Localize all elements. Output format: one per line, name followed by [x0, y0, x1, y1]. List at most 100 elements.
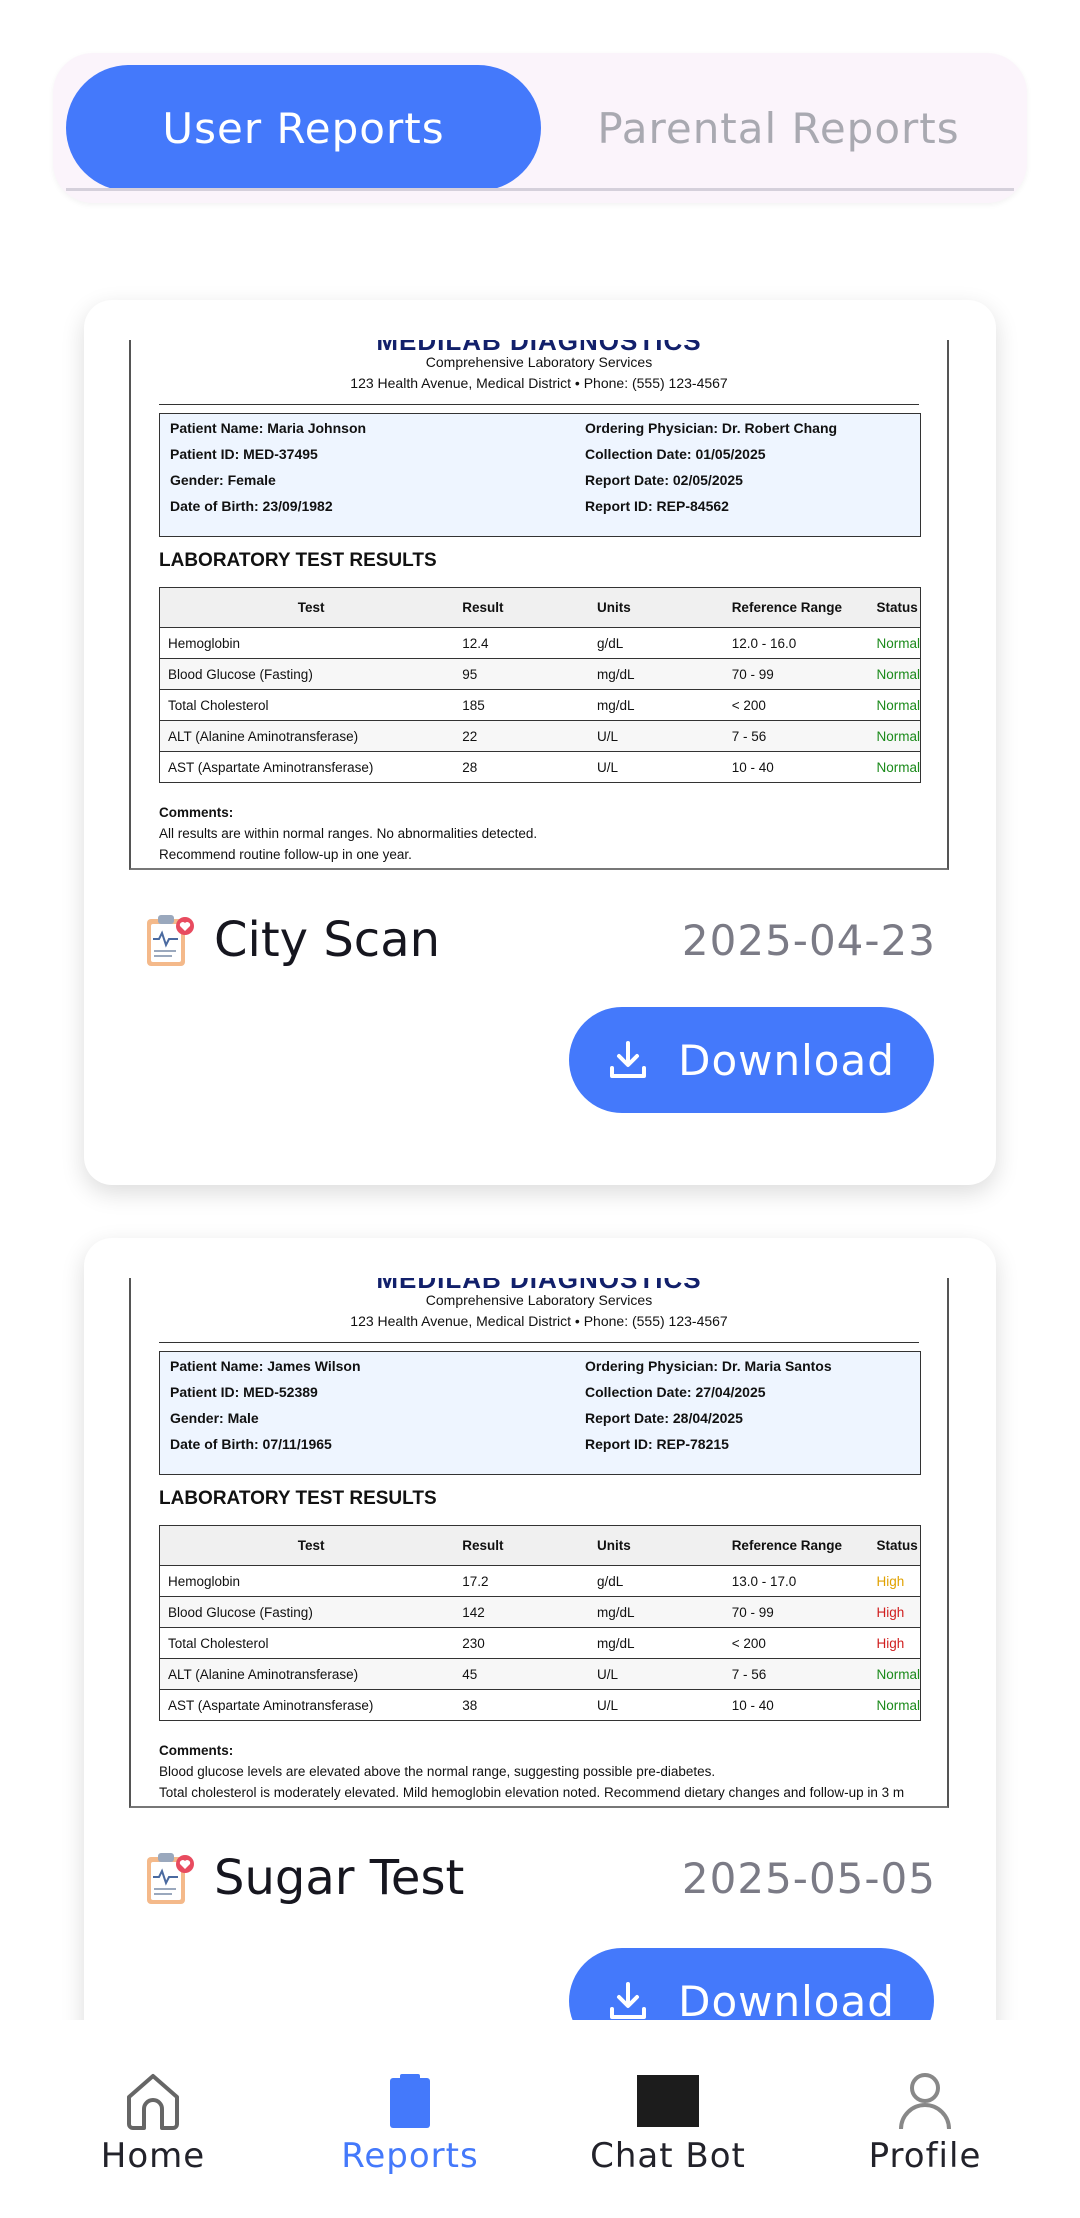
download-label: Download: [678, 1976, 895, 2026]
test-result: 95: [454, 658, 589, 690]
report-date-label: 2025-04-23: [681, 915, 936, 965]
report-comments: Comments: All results are within normal …: [159, 802, 537, 865]
test-range: 70 - 99: [723, 658, 869, 690]
report-title-row: City Scan 2025-04-23: [144, 900, 936, 980]
col-test: Test: [159, 587, 455, 628]
test-range: 10 - 40: [723, 751, 869, 783]
test-name: Total Cholesterol: [159, 1627, 455, 1659]
test-result: 185: [454, 689, 589, 721]
table-row: Hemoglobin 12.4 g/dL 12.0 - 16.0 Normal: [159, 627, 921, 659]
download-button[interactable]: Download: [569, 1007, 934, 1113]
lab-subtitle: Comprehensive Laboratory Services: [425, 354, 653, 370]
results-table: Test Result Units Reference Range Status…: [159, 587, 921, 783]
divider: [159, 404, 919, 405]
nav-item-home[interactable]: Home: [18, 2070, 288, 2176]
patient-id: Patient ID: MED-37495: [170, 446, 318, 462]
lab-address: 123 Health Avenue, Medical District • Ph…: [350, 1313, 728, 1329]
report-preview[interactable]: MEDILAB DIAGNOSTICS Comprehensive Labora…: [129, 1278, 949, 1808]
table-row: Blood Glucose (Fasting) 142 mg/dL 70 - 9…: [159, 1596, 921, 1628]
report-id: Report ID: REP-78215: [585, 1436, 729, 1452]
nav-item-reports[interactable]: Reports: [275, 2070, 545, 2176]
col-result: Result: [454, 1525, 589, 1566]
col-status: Status: [868, 1525, 921, 1566]
test-range: < 200: [723, 689, 869, 721]
tab-user-reports[interactable]: User Reports: [66, 65, 541, 191]
report-header: MEDILAB DIAGNOSTICS Comprehensive Labora…: [131, 1278, 947, 1348]
table-row: ALT (Alanine Aminotransferase) 45 U/L 7 …: [159, 1658, 921, 1690]
nav-label-home: Home: [100, 2136, 206, 2176]
reports-screen: User Reports Parental Reports MEDILAB DI…: [0, 0, 1080, 2218]
results-title: LABORATORY TEST RESULTS: [159, 550, 437, 571]
table-row: AST (Aspartate Aminotransferase) 28 U/L …: [159, 751, 921, 783]
test-status: Normal: [868, 1658, 921, 1690]
col-units: Units: [588, 1525, 724, 1566]
test-units: U/L: [588, 1689, 724, 1721]
report-type-tabs: User Reports Parental Reports: [53, 53, 1027, 203]
comments-label: Comments:: [159, 805, 234, 820]
report-card[interactable]: MEDILAB DIAGNOSTICS Comprehensive Labora…: [84, 1238, 996, 2138]
tabs-underline: [66, 188, 1014, 191]
report-preview[interactable]: MEDILAB DIAGNOSTICS Comprehensive Labora…: [129, 340, 949, 870]
nav-item-chatbot[interactable]: Chat Bot: [533, 2070, 803, 2176]
col-units: Units: [588, 587, 724, 628]
table-row: Total Cholesterol 230 mg/dL < 200 High: [159, 1627, 921, 1659]
test-range: 13.0 - 17.0: [723, 1565, 869, 1597]
reports-icon: [390, 2074, 430, 2128]
comment-line: Recommend routine follow-up in one year.: [159, 847, 412, 862]
test-units: mg/dL: [588, 689, 724, 721]
test-result: 38: [454, 1689, 589, 1721]
tab-parental-reports[interactable]: Parental Reports: [541, 65, 1016, 191]
table-row: ALT (Alanine Aminotransferase) 22 U/L 7 …: [159, 720, 921, 752]
test-result: 28: [454, 751, 589, 783]
comment-line: All results are within normal ranges. No…: [159, 826, 538, 841]
test-result: 142: [454, 1596, 589, 1628]
download-icon: [610, 1041, 647, 1078]
report-date-label: 2025-05-05: [681, 1853, 936, 1903]
report-card[interactable]: MEDILAB DIAGNOSTICS Comprehensive Labora…: [84, 300, 996, 1185]
patient-info-box: Patient Name: James Wilson Patient ID: M…: [159, 1351, 921, 1475]
col-result: Result: [454, 587, 589, 628]
ordering-physician: Ordering Physician: Dr. Maria Santos: [585, 1358, 832, 1374]
clipboard-medical-icon: [147, 915, 194, 966]
test-range: 12.0 - 16.0: [723, 627, 869, 659]
table-row: AST (Aspartate Aminotransferase) 38 U/L …: [159, 1689, 921, 1721]
test-range: 7 - 56: [723, 720, 869, 752]
report-date: Report Date: 02/05/2025: [585, 472, 743, 488]
nav-label-reports: Reports: [341, 2136, 479, 2176]
comment-line: Blood glucose levels are elevated above …: [159, 1764, 716, 1779]
test-units: mg/dL: [588, 1596, 724, 1628]
col-reference-range: Reference Range: [723, 587, 869, 628]
test-name: Hemoglobin: [159, 627, 455, 659]
test-result: 12.4: [454, 627, 589, 659]
test-result: 230: [454, 1627, 589, 1659]
report-header: MEDILAB DIAGNOSTICS Comprehensive Labora…: [131, 340, 947, 410]
test-name: AST (Aspartate Aminotransferase): [159, 1689, 455, 1721]
col-reference-range: Reference Range: [723, 1525, 869, 1566]
results-table: Test Result Units Reference Range Status…: [159, 1525, 921, 1721]
table-row: Blood Glucose (Fasting) 95 mg/dL 70 - 99…: [159, 658, 921, 690]
test-range: 70 - 99: [723, 1596, 869, 1628]
nav-label-chatbot: Chat Bot: [590, 2136, 746, 2176]
bottom-navigation: Home Reports Chat Bot Profile: [0, 2020, 1080, 2218]
test-status: High: [868, 1565, 921, 1597]
collection-date: Collection Date: 01/05/2025: [585, 446, 766, 462]
test-name: Blood Glucose (Fasting): [159, 658, 455, 690]
download-icon: [610, 1982, 647, 2019]
patient-dob: Date of Birth: 23/09/1982: [170, 498, 333, 514]
patient-name: Patient Name: Maria Johnson: [170, 420, 367, 436]
report-comments: Comments: Blood glucose levels are eleva…: [159, 1740, 904, 1803]
nav-item-profile[interactable]: Profile: [790, 2070, 1060, 2176]
report-date: Report Date: 28/04/2025: [585, 1410, 743, 1426]
clipboard-medical-icon: [147, 1853, 194, 1904]
divider: [159, 1342, 919, 1343]
test-name: ALT (Alanine Aminotransferase): [159, 720, 455, 752]
comment-line: Total cholesterol is moderately elevated…: [159, 1785, 905, 1800]
col-test: Test: [159, 1525, 455, 1566]
test-status: Normal: [868, 720, 921, 752]
patient-id: Patient ID: MED-52389: [170, 1384, 318, 1400]
report-name: Sugar Test: [214, 1850, 465, 1906]
test-result: 17.2: [454, 1565, 589, 1597]
test-units: U/L: [588, 1658, 724, 1690]
profile-icon: [899, 2073, 951, 2130]
test-units: g/dL: [588, 627, 724, 659]
